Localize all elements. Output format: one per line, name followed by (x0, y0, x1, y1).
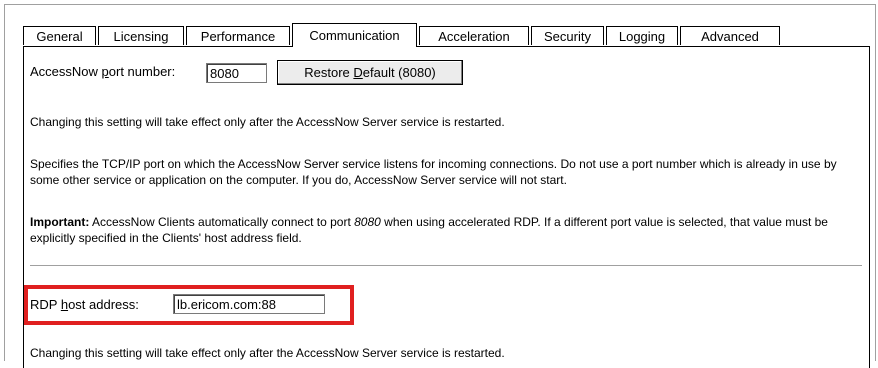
tab-communication[interactable]: Communication (292, 23, 417, 47)
important-note: Important: AccessNow Clients automatical… (30, 215, 828, 245)
tab-acceleration[interactable]: Acceleration (419, 26, 529, 45)
rdp-restart-notice: Changing this setting will take effect o… (30, 346, 505, 360)
section-divider (30, 265, 862, 267)
communication-panel: AccessNow port number: 8080 Restore Defa… (23, 46, 870, 368)
tab-security[interactable]: Security (531, 26, 604, 45)
settings-window: General Licensing Performance Communicat… (4, 4, 876, 368)
highlight-box (24, 285, 354, 325)
restore-default-button[interactable]: Restore Default (8080) (277, 60, 463, 85)
tab-advanced[interactable]: Advanced (680, 26, 780, 45)
port-description: Specifies the TCP/IP port on which the A… (30, 157, 837, 187)
tab-general[interactable]: General (23, 26, 96, 45)
port-restart-notice: Changing this setting will take effect o… (30, 115, 505, 129)
port-number-input[interactable]: 8080 (206, 63, 267, 83)
tab-logging[interactable]: Logging (606, 26, 678, 45)
tab-licensing[interactable]: Licensing (98, 26, 184, 45)
port-number-label: AccessNow port number: (30, 64, 176, 79)
tab-performance[interactable]: Performance (186, 26, 290, 45)
